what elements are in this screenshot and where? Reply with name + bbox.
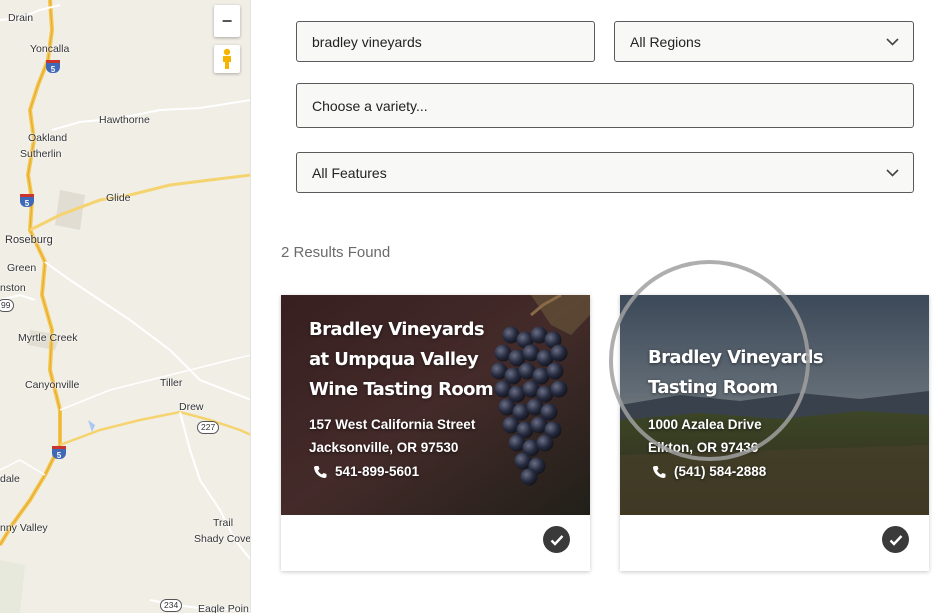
map-label-yoncalla: Yoncalla <box>30 43 70 55</box>
street-view-button[interactable] <box>214 45 240 73</box>
search-input[interactable] <box>296 21 595 62</box>
phone-icon <box>653 465 666 478</box>
region-select-value: All Regions <box>630 33 701 50</box>
results-count: 2 Results Found <box>281 244 391 261</box>
pegman-icon <box>223 48 231 69</box>
map-label-canyonville: Canyonville <box>25 379 80 391</box>
map-label-myrtle-creek: Myrtle Creek <box>18 332 78 344</box>
minus-icon: − <box>221 10 233 31</box>
result-card-phone[interactable]: (541) 584-2888 <box>652 464 766 479</box>
phone-icon <box>314 465 327 478</box>
map-label-shady-cove: Shady Cove <box>194 533 251 545</box>
map-label-drew: Drew <box>179 401 204 413</box>
select-result-button[interactable] <box>543 526 570 553</box>
result-card-phone[interactable]: 541-899-5601 <box>313 464 419 479</box>
result-card-phone-number: 541-899-5601 <box>335 464 420 479</box>
interstate-5-shield: 5 <box>52 446 66 460</box>
route-227-shield: 227 <box>197 421 220 434</box>
interstate-5-shield: 5 <box>46 60 60 74</box>
map-label-tiller: Tiller <box>160 377 183 389</box>
grape <box>520 468 538 486</box>
map-label-sutherlin: Sutherlin <box>20 148 62 160</box>
vineyard-landscape-photo <box>620 295 929 515</box>
result-card-address-line1: 157 West California Street <box>309 417 476 432</box>
features-select[interactable]: All Features <box>296 152 914 193</box>
grape <box>550 344 568 362</box>
features-select-value: All Features <box>312 164 387 181</box>
check-icon <box>550 534 563 546</box>
map-label-drain: Drain <box>8 12 34 24</box>
chevron-down-icon <box>886 37 899 46</box>
variety-input[interactable]: Choose a variety... <box>296 83 914 128</box>
map-label-hawthorne: Hawthorne <box>99 114 150 126</box>
result-card-title[interactable]: Bradley Vineyards Tasting Room <box>648 343 888 403</box>
map-label-green: Green <box>7 262 37 274</box>
map[interactable]: Drain Yoncalla Hawthorne Oakland Sutherl… <box>0 0 251 613</box>
region-select[interactable]: All Regions <box>614 21 914 62</box>
grape <box>536 434 554 452</box>
select-result-button[interactable] <box>882 526 909 553</box>
result-card-address-line2: Jacksonville, OR 97530 <box>309 440 459 455</box>
map-label-oakland: Oakland <box>28 132 68 144</box>
variety-input-placeholder: Choose a variety... <box>312 97 428 114</box>
map-label-trail: Trail <box>213 517 234 529</box>
map-label-dale: dale <box>0 473 20 485</box>
map-label-nny-valley: nny Valley <box>0 522 48 534</box>
route-234-shield: 234 <box>160 599 183 612</box>
result-card-title[interactable]: Bradley Vineyards at Umpqua Valley Wine … <box>309 315 499 405</box>
result-card-address-line2: Elkton, OR 97436 <box>648 440 759 455</box>
result-card-image <box>620 295 929 515</box>
check-icon <box>889 534 902 546</box>
grape <box>546 362 564 380</box>
result-card[interactable]: Bradley Vineyards at Umpqua Valley Wine … <box>281 295 590 571</box>
map-label-eagle-point: Eagle Poin <box>198 603 249 613</box>
result-card-address-line1: 1000 Azalea Drive <box>648 417 762 432</box>
grape <box>550 380 568 398</box>
interstate-5-shield: 5 <box>20 194 34 208</box>
result-card[interactable]: Bradley Vineyards Tasting Room 1000 Azal… <box>620 295 929 571</box>
chevron-down-icon <box>886 168 899 177</box>
zoom-out-button[interactable]: − <box>214 5 240 37</box>
map-label-glide: Glide <box>106 192 131 204</box>
map-label-nston: nston <box>0 282 26 294</box>
map-label-roseburg: Roseburg <box>5 234 53 246</box>
result-card-phone-number: (541) 584-2888 <box>674 464 767 479</box>
